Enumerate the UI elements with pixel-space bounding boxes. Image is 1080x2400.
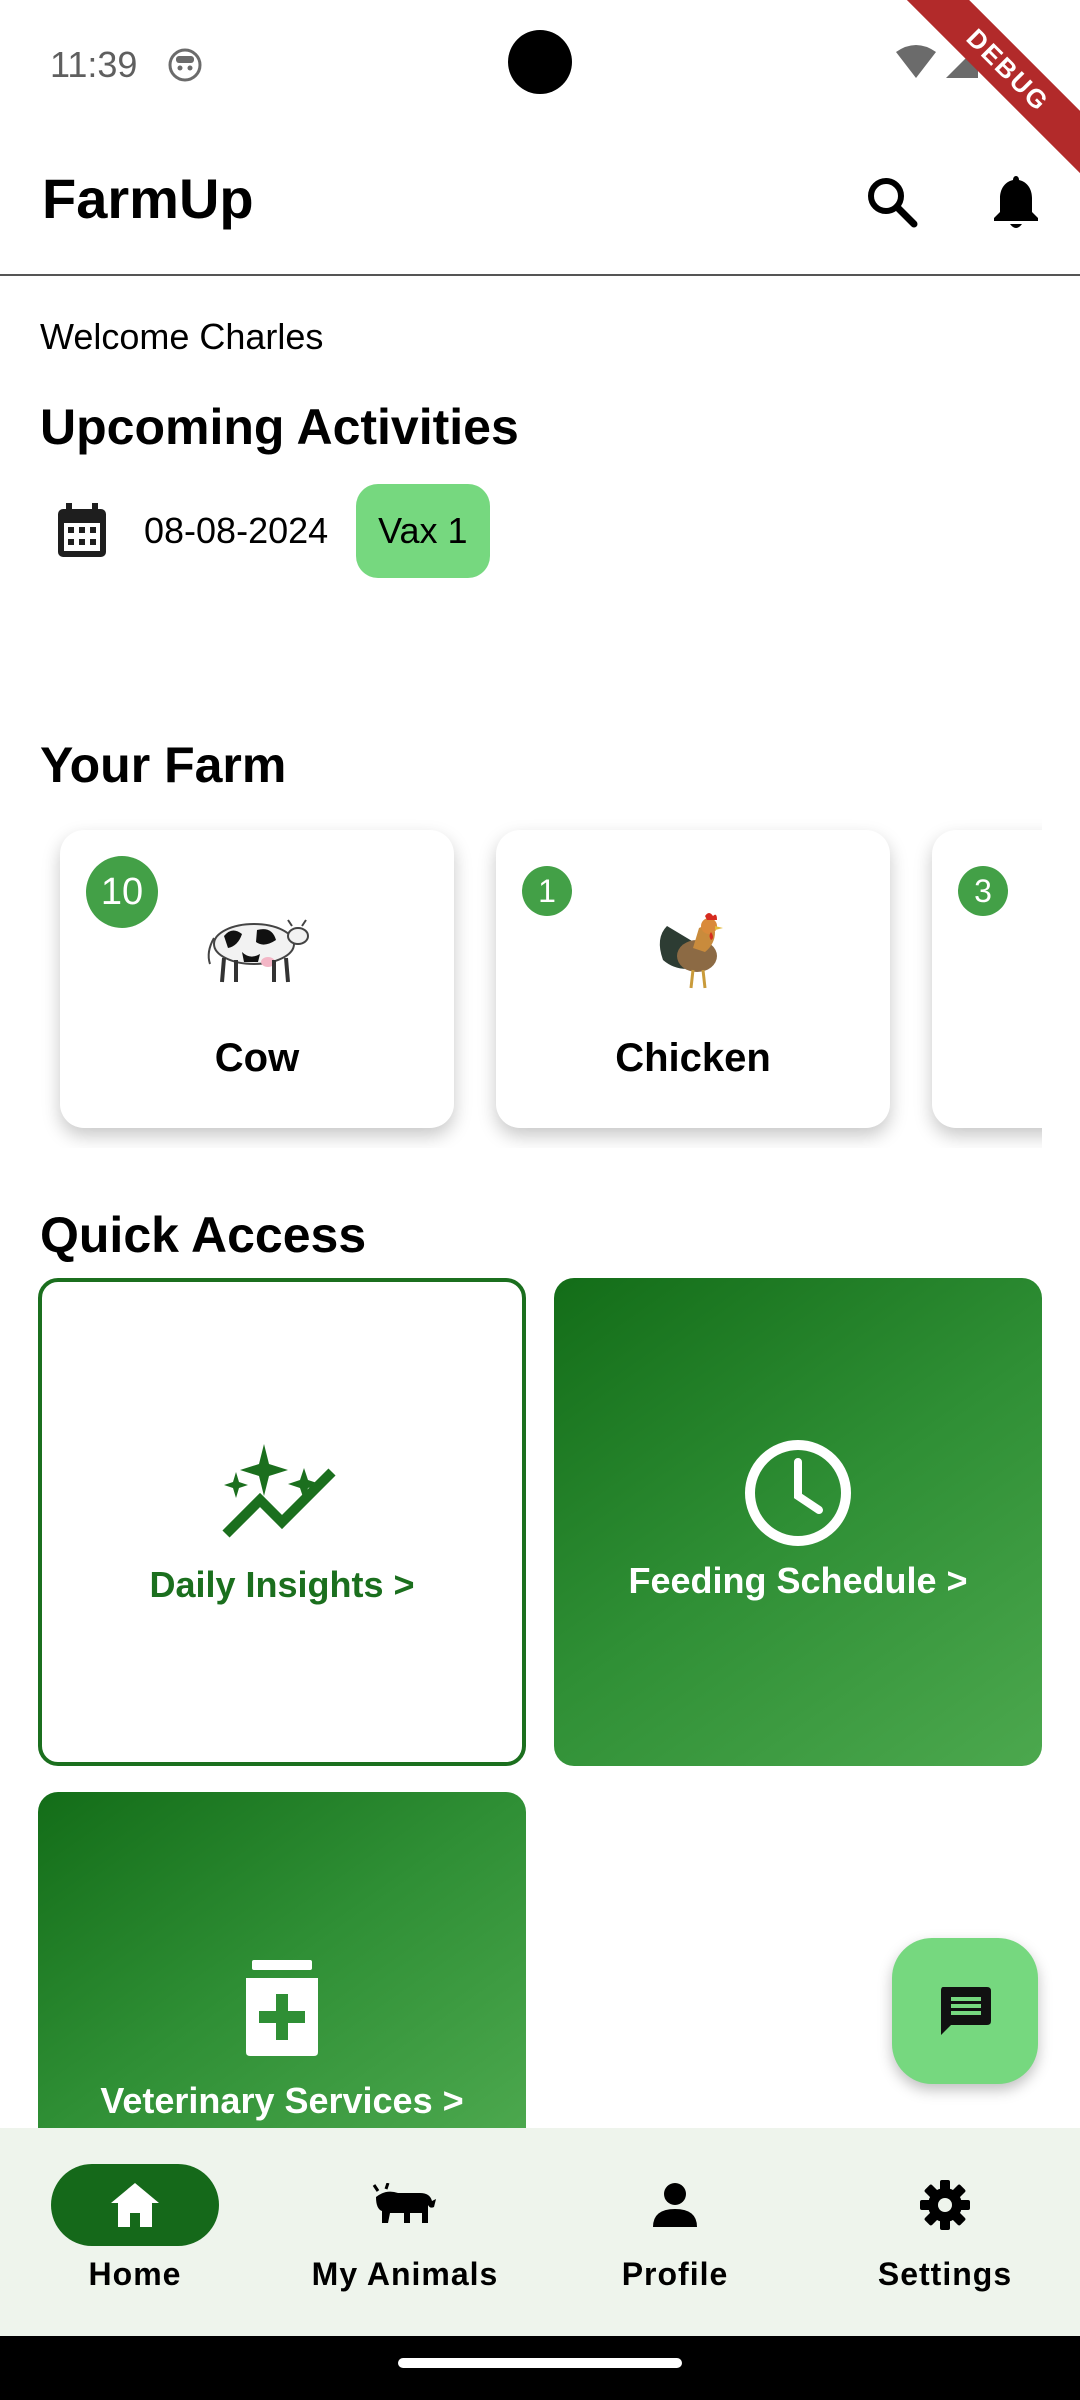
farm-count-badge: 10 <box>86 856 158 928</box>
nav-label: Home <box>88 2256 182 2292</box>
veterinary-services-tile[interactable]: Veterinary Services > <box>38 1792 526 2132</box>
nav-settings[interactable]: Settings <box>825 2164 1065 2293</box>
farm-card-label: Chicken <box>615 1036 771 1080</box>
activity-date: 08-08-2024 <box>144 510 329 551</box>
home-icon <box>111 2183 159 2227</box>
app-title: FarmUp <box>42 167 254 230</box>
app-bar: FarmUp <box>0 130 1080 276</box>
tile-label: Daily Insights > <box>149 1564 415 1605</box>
daily-insights-tile[interactable]: Daily Insights > <box>38 1278 526 1766</box>
status-bar: 11:39 DEBUG <box>0 0 1080 192</box>
nav-my-animals-indicator <box>321 2164 489 2246</box>
farm-carousel[interactable]: 10 Cow 1 Chicken 3 <box>40 812 1042 1148</box>
chat-fab[interactable] <box>892 1938 1038 2084</box>
clock-icon <box>745 1440 851 1546</box>
activity-tag[interactable]: Vax 1 <box>356 484 490 578</box>
nav-home[interactable]: Home <box>15 2164 255 2293</box>
nav-label: Profile <box>621 2256 729 2292</box>
quick-access-title: Quick Access <box>40 1207 367 1263</box>
your-farm-title: Your Farm <box>40 737 287 793</box>
calendar-icon <box>58 503 106 557</box>
welcome-text: Welcome Charles <box>40 316 324 357</box>
farm-count-badge: 3 <box>958 866 1008 916</box>
medical-kit-icon <box>246 1960 318 2056</box>
nav-label: My Animals <box>311 2256 499 2292</box>
search-button[interactable] <box>860 170 924 234</box>
search-icon <box>868 178 918 228</box>
upcoming-activities-title: Upcoming Activities <box>40 399 519 455</box>
nav-label: Settings <box>877 2256 1013 2292</box>
activity-row[interactable]: 08-08-2024 Vax 1 <box>54 484 490 578</box>
farm-card-third[interactable]: 3 <box>932 830 1042 1128</box>
android-face-icon <box>168 48 202 82</box>
gesture-navigation-bar <box>0 2336 1080 2400</box>
cow-icon <box>372 2183 436 2223</box>
insights-icon <box>222 1444 336 1538</box>
gesture-handle[interactable] <box>398 2358 682 2368</box>
farm-card-cow[interactable]: 10 Cow <box>60 830 454 1128</box>
camera-cutout <box>508 30 572 94</box>
farm-card-label: Cow <box>214 1036 300 1080</box>
chicken-image <box>659 913 723 989</box>
farm-count-badge: 1 <box>522 866 572 916</box>
nav-my-animals[interactable]: My Animals <box>285 2164 525 2293</box>
tile-label: Veterinary Services > <box>100 2080 464 2121</box>
bottom-navigation: Home My Animals Profile Settings <box>0 2128 1080 2336</box>
feeding-schedule-tile[interactable]: Feeding Schedule > <box>554 1278 1042 1766</box>
notifications-button[interactable] <box>984 170 1048 234</box>
chat-icon <box>941 1987 991 2035</box>
gear-icon <box>920 2180 970 2230</box>
tile-label: Feeding Schedule > <box>628 1560 968 1601</box>
wifi-icon <box>896 45 936 78</box>
bell-icon <box>994 176 1038 228</box>
status-time: 11:39 <box>50 44 138 85</box>
farm-card-chicken[interactable]: 1 Chicken <box>496 830 890 1128</box>
nav-home-indicator <box>51 2164 219 2246</box>
nav-profile-indicator <box>591 2164 759 2246</box>
cow-image <box>207 919 309 983</box>
nav-settings-indicator <box>861 2164 1029 2246</box>
nav-profile[interactable]: Profile <box>555 2164 795 2293</box>
person-icon <box>653 2183 697 2227</box>
